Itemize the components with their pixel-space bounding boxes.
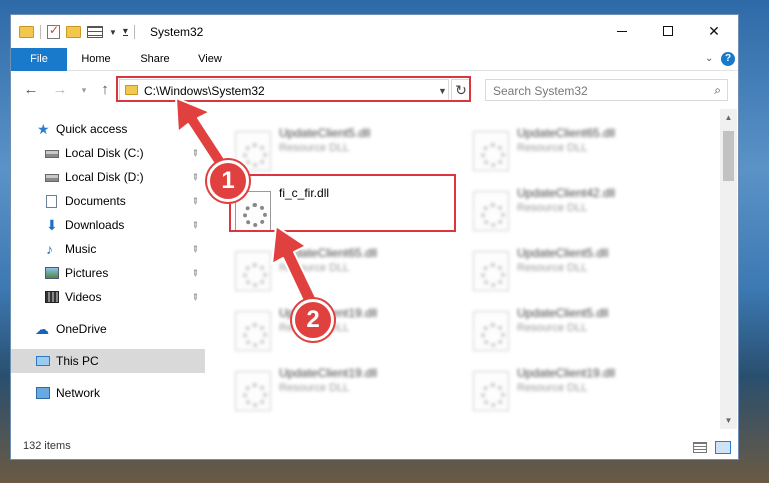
step-badge-1: 1 <box>207 160 249 202</box>
annotation-arrows <box>175 97 319 308</box>
step-badge-2: 2 <box>292 299 334 341</box>
arrow-to-file <box>271 225 319 308</box>
